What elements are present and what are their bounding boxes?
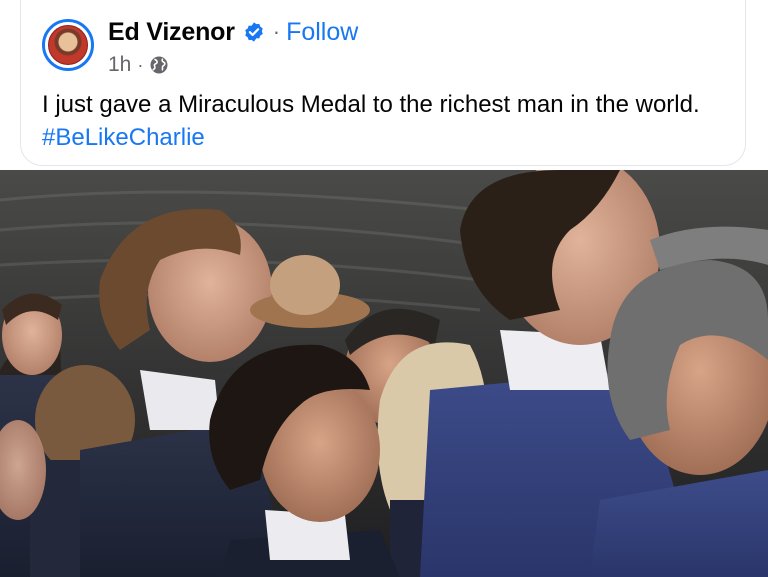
author-row: Ed Vizenor · Follow <box>108 16 358 48</box>
author-avatar[interactable] <box>42 19 94 71</box>
facebook-post: Ed Vizenor · Follow 1h · I just gave a M… <box>0 0 768 577</box>
post-meta: 1h · <box>108 52 169 78</box>
verified-badge-icon <box>245 22 263 42</box>
name-follow-separator: · <box>272 19 281 44</box>
post-timestamp[interactable]: 1h <box>108 53 131 77</box>
post-photo[interactable] <box>0 170 768 577</box>
hashtag-link[interactable]: #BeLikeCharlie <box>42 124 205 151</box>
post-text: I just gave a Miraculous Medal to the ri… <box>42 88 732 154</box>
meta-separator: · <box>137 54 144 75</box>
author-name[interactable]: Ed Vizenor <box>108 18 235 47</box>
follow-button[interactable]: Follow <box>286 18 358 47</box>
post-text-main: I just gave a Miraculous Medal to the ri… <box>42 91 700 118</box>
globe-icon[interactable] <box>149 55 169 75</box>
avatar-image <box>48 25 88 65</box>
